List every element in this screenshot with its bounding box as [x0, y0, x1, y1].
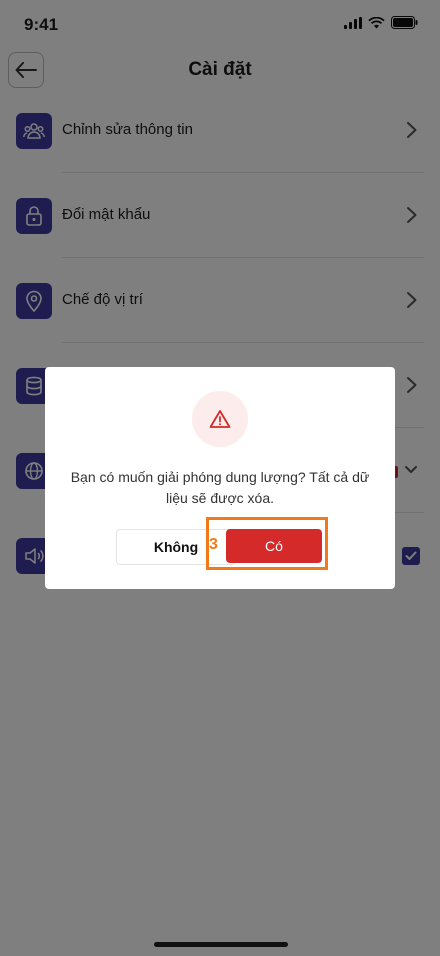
home-indicator	[154, 942, 288, 947]
dialog-message: Bạn có muốn giải phóng dung lượng? Tất c…	[70, 469, 370, 506]
step-number-label: 3	[209, 536, 218, 553]
warning-icon-container	[192, 391, 248, 447]
warning-icon	[209, 410, 231, 428]
step-highlight-box	[206, 517, 328, 570]
